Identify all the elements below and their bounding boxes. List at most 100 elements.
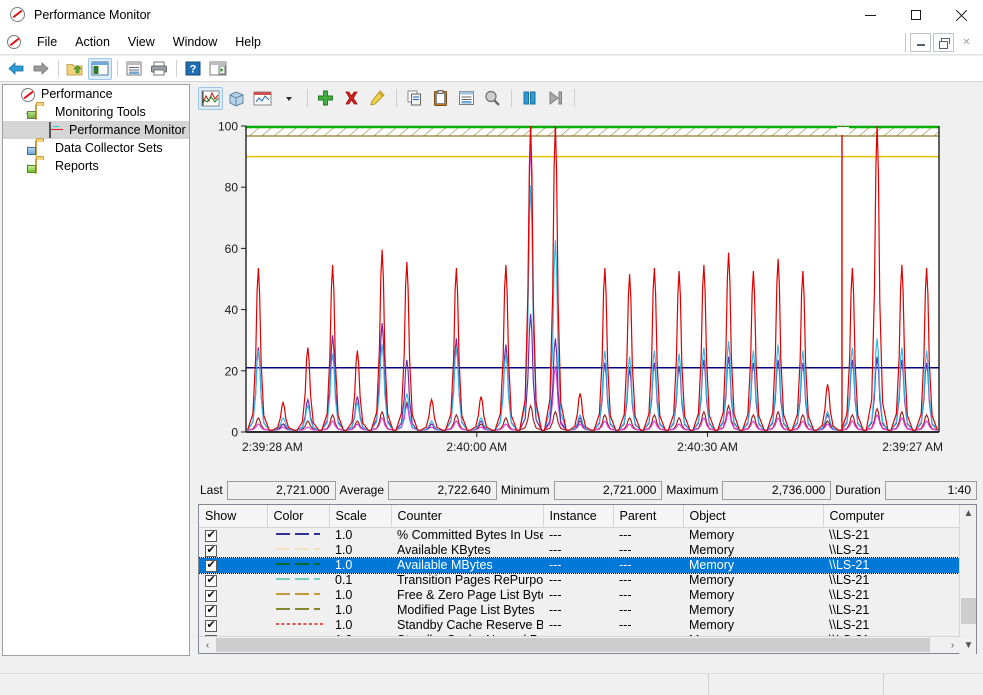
counter-table[interactable]: Show Color Scale Counter Instance Parent Objec… xyxy=(199,505,961,637)
table-row[interactable]: 1.0 Modified Page List Bytes --- --- Memory \… xyxy=(199,603,961,618)
color-swatch[interactable] xyxy=(267,588,329,603)
window-title: Performance Monitor xyxy=(34,8,151,22)
add-counter-icon[interactable] xyxy=(313,87,338,110)
sidebar-item-reports[interactable]: ›Reports xyxy=(3,157,189,175)
performance-monitor-content: 0 20 40 60 80 100 2:39:28 AM 2:40:00 AM 2:40:30 … xyxy=(194,84,981,656)
mdi-close-button[interactable]: ✕ xyxy=(956,33,977,52)
mdi-restore-button[interactable] xyxy=(933,33,954,52)
vertical-scroll-thumb[interactable] xyxy=(961,598,976,624)
color-swatch[interactable] xyxy=(267,618,329,633)
zoom-icon[interactable] xyxy=(480,87,505,110)
cell-scale: 1.0 xyxy=(335,528,353,542)
stat-label-last: Last xyxy=(200,483,223,497)
column-header-instance[interactable]: Instance xyxy=(543,505,614,528)
delete-counter-icon[interactable] xyxy=(339,87,364,110)
change-graph-type-dropdown-icon[interactable] xyxy=(276,87,301,110)
stat-value-minimum: 2,721.000 xyxy=(553,480,663,500)
minimize-button[interactable] xyxy=(848,0,893,30)
table-row[interactable]: 1.0 Standby Cache Reserve B... --- --- Memor… xyxy=(199,618,961,633)
cell-instance: --- xyxy=(549,528,562,542)
maximize-button[interactable] xyxy=(893,0,938,30)
freeze-display-icon[interactable] xyxy=(517,87,542,110)
menu-item-action[interactable]: Action xyxy=(66,32,119,52)
color-swatch[interactable] xyxy=(267,543,329,558)
show-checkbox[interactable] xyxy=(199,588,267,603)
view-report-icon[interactable] xyxy=(250,87,275,110)
menu-item-window[interactable]: Window xyxy=(164,32,226,52)
table-row[interactable]: 1.0 Free & Zero Page List Bytes --- --- Memo… xyxy=(199,588,961,603)
cell-scale: 1.0 xyxy=(335,588,353,602)
x-axis-tick-label: 2:40:30 AM xyxy=(677,440,738,454)
y-axis-tick-label: 60 xyxy=(225,242,239,256)
back-icon[interactable] xyxy=(4,58,28,80)
show-checkbox[interactable] xyxy=(199,527,267,543)
graph-toolbar-separator-4 xyxy=(574,89,575,107)
scroll-down-icon[interactable]: ▼ xyxy=(960,637,977,654)
y-axis-tick-label: 20 xyxy=(225,364,239,378)
scroll-up-icon[interactable]: ▲ xyxy=(960,505,977,522)
horizontal-scroll-thumb[interactable] xyxy=(216,638,930,652)
chart-plot-area xyxy=(246,126,939,432)
cell-scale: 1.0 xyxy=(335,543,353,557)
counter-list-vertical-scrollbar[interactable]: ▲ ▼ xyxy=(959,505,976,654)
menu-item-file[interactable]: File xyxy=(28,32,66,52)
sidebar-item-performance-monitor[interactable]: Performance Monitor xyxy=(3,121,189,139)
cell-computer: \\LS-21 xyxy=(829,618,870,632)
color-swatch[interactable] xyxy=(267,573,329,588)
properties-icon-graph[interactable] xyxy=(454,87,479,110)
column-header-counter[interactable]: Counter xyxy=(391,505,544,528)
horizontal-scroll-track[interactable] xyxy=(216,637,944,653)
show-checkbox[interactable] xyxy=(199,618,267,633)
show-checkbox[interactable] xyxy=(199,603,267,618)
sidebar-item-data-collector-sets[interactable]: ›Data Collector Sets xyxy=(3,139,189,157)
sidebar-item-monitoring-tools[interactable]: ⌄Monitoring Tools xyxy=(3,103,189,121)
table-row[interactable]: 0.1 Transition Pages RePurpo... --- --- Memo… xyxy=(199,573,961,588)
column-header-parent[interactable]: Parent xyxy=(613,505,684,528)
view-histogram-icon[interactable] xyxy=(224,87,249,110)
column-header-object[interactable]: Object xyxy=(683,505,824,528)
show-checkbox[interactable] xyxy=(199,543,267,558)
show-console-tree-icon[interactable] xyxy=(88,57,112,80)
x-axis-tick-label: 2:39:27 AM xyxy=(882,440,943,454)
forward-icon[interactable] xyxy=(29,58,53,80)
close-button[interactable] xyxy=(938,0,983,30)
update-data-icon[interactable] xyxy=(543,87,568,110)
paste-counter-list-icon[interactable] xyxy=(428,87,453,110)
highlight-icon[interactable] xyxy=(365,87,390,110)
print-icon[interactable] xyxy=(147,58,171,80)
sidebar-item-performance[interactable]: Performance xyxy=(3,85,189,103)
menu-item-help[interactable]: Help xyxy=(226,32,270,52)
cell-object: Memory xyxy=(689,588,735,602)
column-header-show[interactable]: Show xyxy=(199,505,268,528)
main-toolbar: ? xyxy=(0,56,983,82)
table-row[interactable]: 1.0Available MBytes------Memory\\LS-21 xyxy=(199,556,961,574)
up-folder-icon[interactable] xyxy=(63,58,87,80)
column-header-color[interactable]: Color xyxy=(267,505,330,528)
show-checkbox[interactable] xyxy=(199,557,267,573)
table-row[interactable]: 1.0 % Committed Bytes In Use --- --- Memory \… xyxy=(199,527,961,543)
scroll-left-icon[interactable]: ‹ xyxy=(199,637,216,653)
new-window-icon[interactable] xyxy=(206,58,230,80)
counter-table-header[interactable]: Show Color Scale Counter Instance Parent Objec… xyxy=(199,505,961,528)
column-header-scale[interactable]: Scale xyxy=(329,505,392,528)
statistics-bar: Last 2,721.000 Average 2,722.640 Minimum 2,72… xyxy=(198,478,977,502)
chart-canvas[interactable]: 0 20 40 60 80 100 2:39:28 AM 2:40:00 AM 2:40:30 … xyxy=(198,116,977,474)
color-swatch[interactable] xyxy=(267,527,329,543)
counter-list-horizontal-scrollbar[interactable]: ‹ › xyxy=(199,636,961,653)
cell-scale: 0.1 xyxy=(335,573,353,587)
scroll-right-icon[interactable]: › xyxy=(944,637,961,653)
help-icon[interactable]: ? xyxy=(181,58,205,80)
copy-properties-icon[interactable] xyxy=(402,87,427,110)
view-line-graph-icon[interactable] xyxy=(198,86,223,110)
sidebar-item-label: Performance Monitor xyxy=(69,123,186,137)
color-swatch[interactable] xyxy=(267,603,329,618)
properties-icon[interactable] xyxy=(122,58,146,80)
toolbar-separator xyxy=(58,60,59,77)
mdi-minimize-button[interactable] xyxy=(910,33,931,52)
table-row[interactable]: 1.0 Available KBytes --- --- Memory \\LS-21 xyxy=(199,543,961,558)
stat-label-duration: Duration xyxy=(835,483,881,497)
show-checkbox[interactable] xyxy=(199,573,267,588)
color-swatch[interactable] xyxy=(267,557,329,573)
menu-item-view[interactable]: View xyxy=(119,32,164,52)
column-header-computer[interactable]: Computer xyxy=(823,505,961,528)
